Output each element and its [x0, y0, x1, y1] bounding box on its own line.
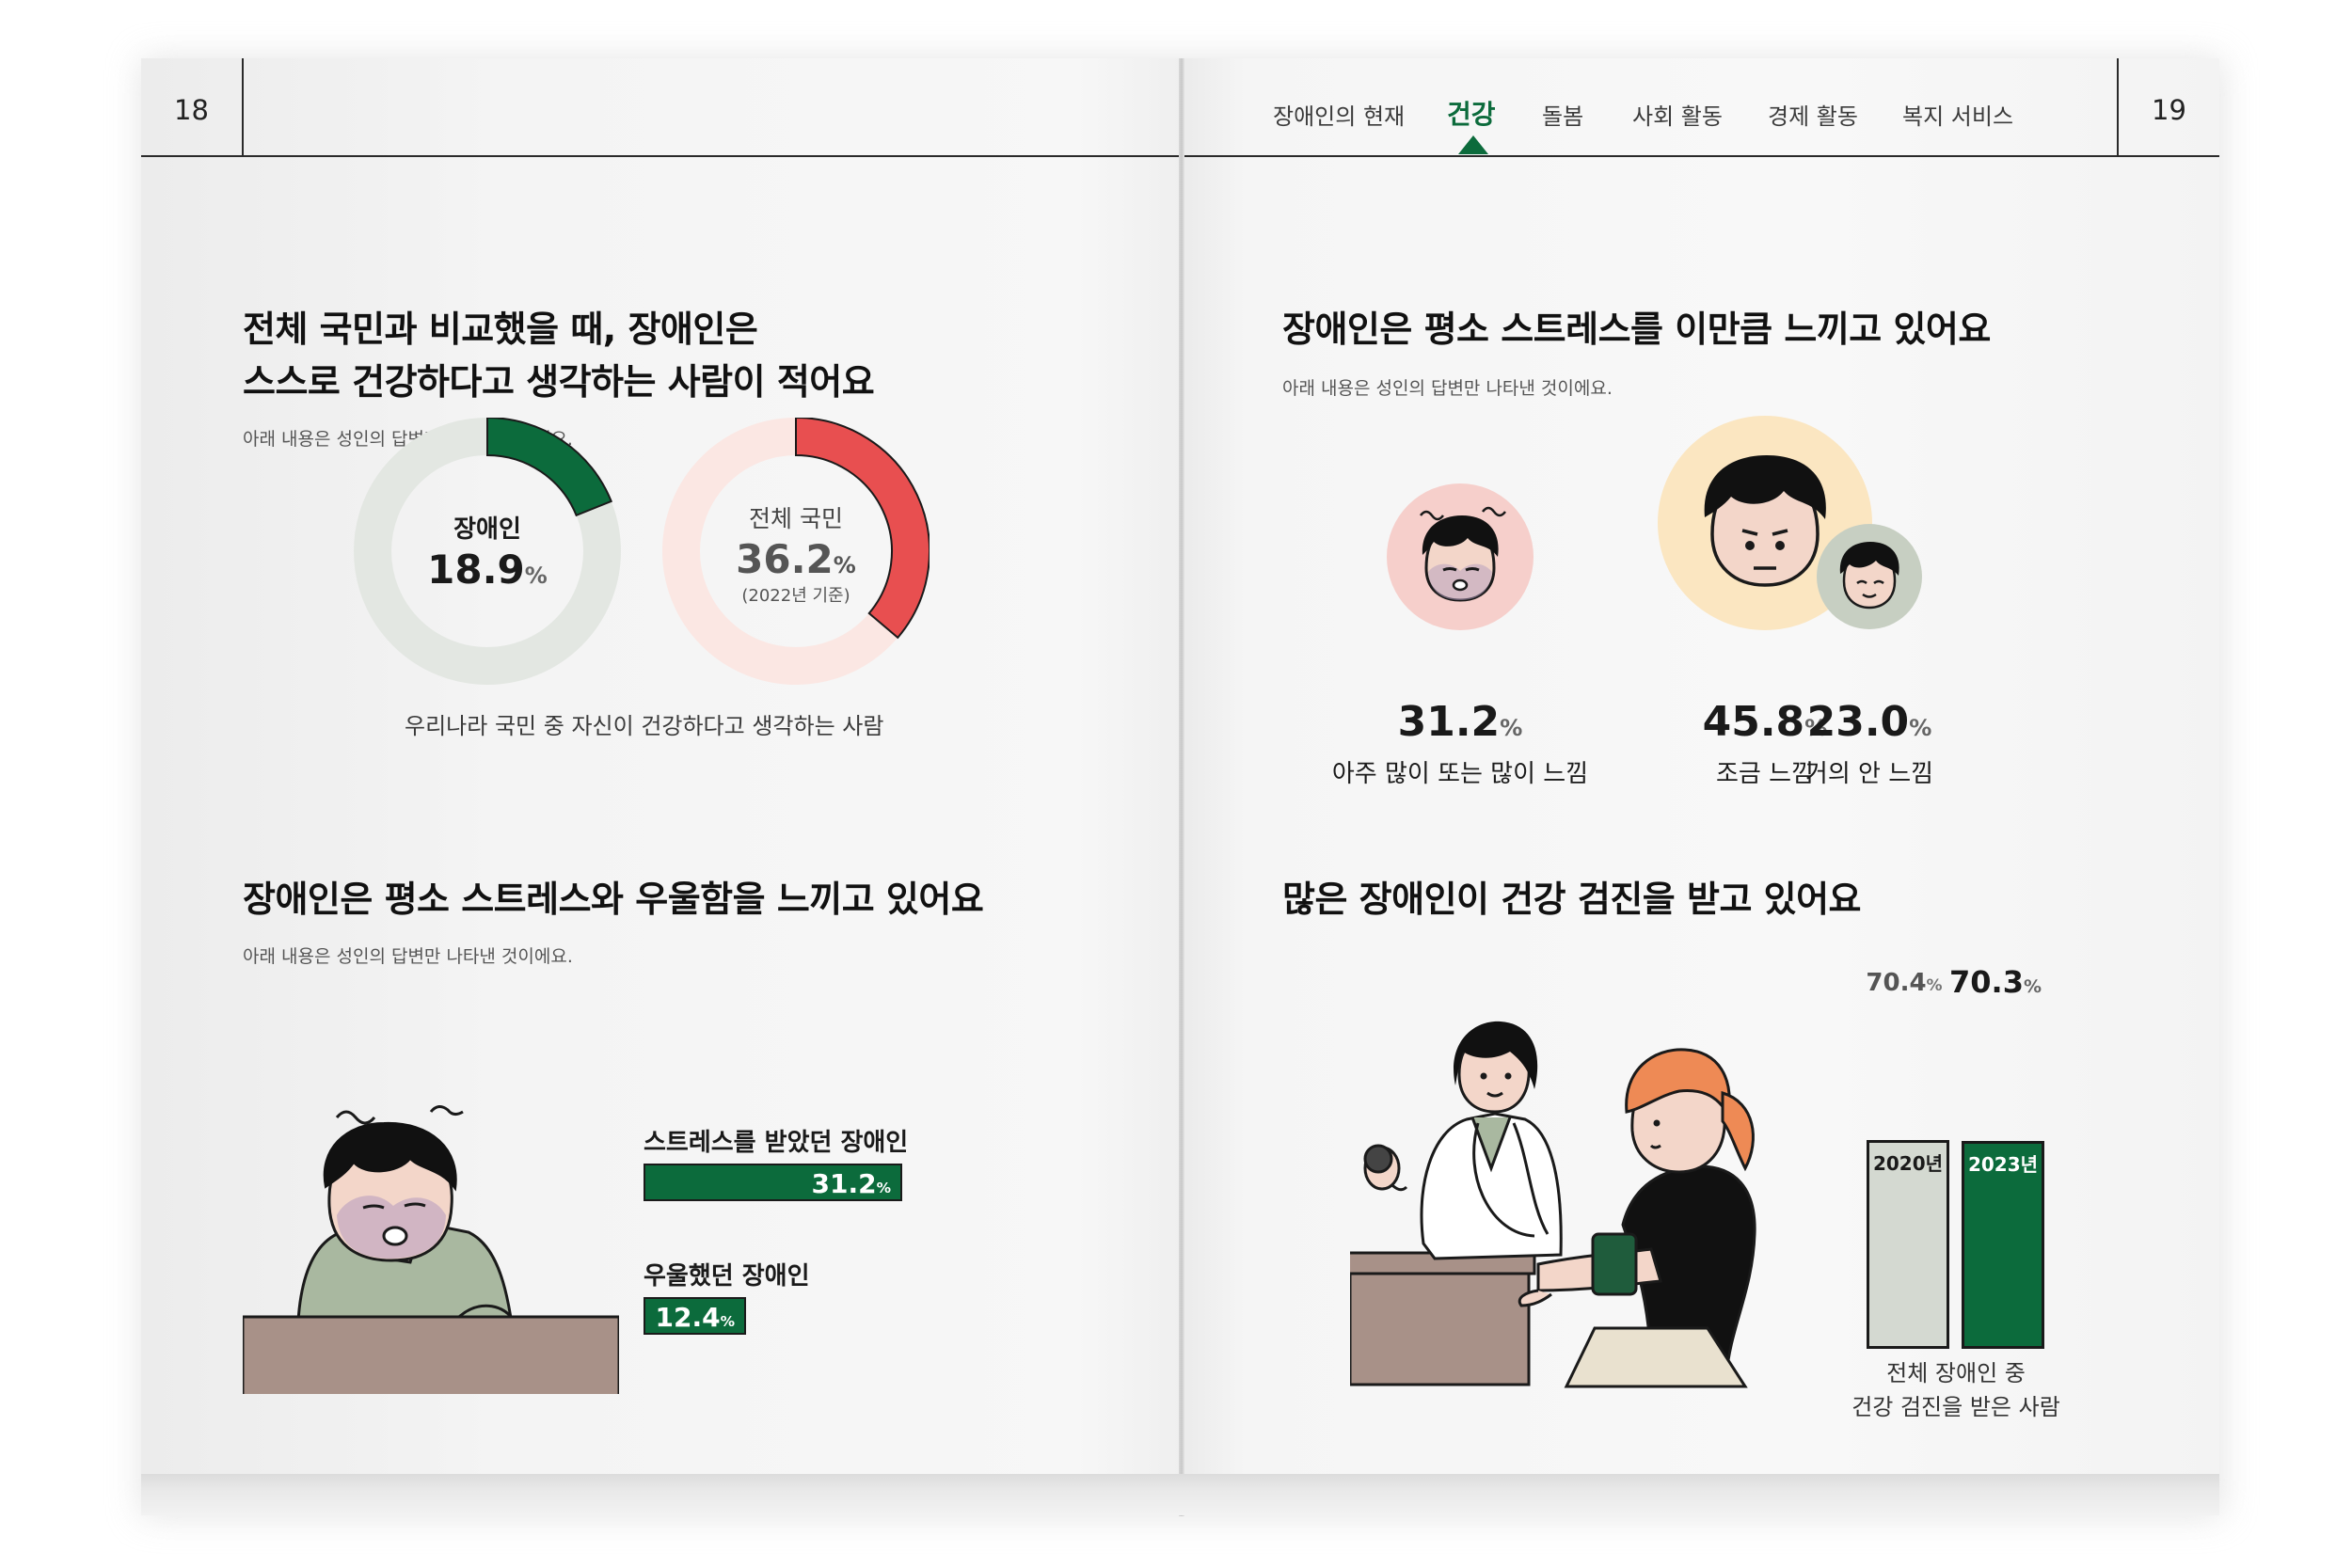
donut-sub-label: (2022년 기준)	[741, 586, 850, 606]
face-barely-stressed	[1817, 524, 1922, 629]
tab-health[interactable]: 건강	[1447, 94, 1496, 132]
donut-value: 36.2%	[736, 536, 856, 582]
tab-social-activity[interactable]: 사회 활동	[1632, 98, 1723, 131]
tab-current-status[interactable]: 장애인의 현재	[1273, 98, 1405, 131]
section-title-stress-depression: 장애인은 평소 스트레스와 우울함을 느끼고 있어요	[243, 879, 984, 920]
bar-year-label: 2020년	[1872, 1152, 1944, 1175]
bar-year-label: 2023년	[1967, 1153, 2039, 1176]
bar-caption: 전체 장애인 중 건강 검진을 받은 사람	[1834, 1356, 2078, 1424]
stat-label-very-stressed: 아주 많이 또는 많이 느낌	[1331, 760, 1589, 788]
stressed-person-illustration	[243, 1105, 619, 1394]
donut-value: 18.9%	[427, 546, 548, 593]
bar-value-2023: 70.3%	[1949, 964, 2042, 1000]
header-rule	[141, 155, 1181, 157]
title-line: 전체 국민과 비교했을 때, 장애인은	[243, 309, 758, 350]
book-spine	[1179, 58, 1184, 1516]
page-number: 19	[2152, 94, 2186, 126]
donut-series-label: 전체 국민	[749, 505, 843, 532]
left-page: 18 전체 국민과 비교했을 때, 장애인은 스스로 건강하다고 생각하는 사람…	[141, 58, 1181, 1474]
caption-line: 전체 장애인 중	[1886, 1360, 2026, 1386]
title-line: 스스로 건강하다고 생각하는 사람이 적어요	[243, 361, 875, 403]
bar-value-2020: 70.4%	[1866, 969, 1943, 997]
caption-line: 건강 검진을 받은 사람	[1851, 1394, 2060, 1420]
page-number-box: 18	[141, 58, 244, 155]
page-number-box: 19	[2117, 58, 2219, 155]
bar-value: 12.4%	[655, 1302, 735, 1333]
bar-label-depression: 우울했던 장애인	[644, 1262, 810, 1291]
tab-care[interactable]: 돌봄	[1542, 98, 1583, 131]
section-title-health-checkup: 많은 장애인이 건강 검진을 받고 있어요	[1282, 879, 1862, 920]
stat-value-barely-stressed: 23.0%	[1806, 698, 1932, 746]
donut-series-label: 장애인	[453, 515, 521, 544]
page-number: 18	[174, 94, 209, 126]
donut-label-all-citizens: 전체 국민 36.2% (2022년 기준)	[683, 500, 909, 607]
bar-value: 31.2%	[811, 1168, 891, 1199]
donut-caption: 우리나라 국민 중 자신이 건강하다고 생각하는 사람	[405, 713, 884, 739]
bar-label-stress: 스트레스를 받았던 장애인	[644, 1129, 909, 1157]
bar-stress: 31.2%	[644, 1164, 902, 1201]
stat-label-barely-stressed: 거의 안 느낌	[1804, 760, 1934, 788]
bar-2023: 2023년	[1962, 1141, 2044, 1349]
section-note: 아래 내용은 성인의 답변만 나타낸 것이에요.	[1282, 378, 1613, 399]
section-note: 아래 내용은 성인의 답변만 나타낸 것이에요.	[243, 946, 573, 967]
face-very-stressed	[1387, 483, 1534, 630]
tab-economic-activity[interactable]: 경제 활동	[1768, 98, 1858, 131]
active-tab-marker	[1458, 135, 1488, 154]
page-bottom-edge	[141, 1474, 2219, 1515]
donut-label-disabled: 장애인 18.9%	[374, 510, 600, 593]
checkup-illustration	[1350, 1021, 1756, 1388]
right-page: 장애인의 현재 건강 돌봄 사회 활동 경제 활동 복지 서비스 19 장애인은…	[1183, 58, 2219, 1474]
section-title-stress-level: 장애인은 평소 스트레스를 이만큼 느끼고 있어요	[1282, 309, 1991, 350]
section-title-health-perception: 전체 국민과 비교했을 때, 장애인은 스스로 건강하다고 생각하는 사람이 적…	[243, 303, 875, 408]
bar-depression: 12.4%	[644, 1297, 746, 1335]
tab-welfare-service[interactable]: 복지 서비스	[1902, 98, 2013, 131]
stat-value-very-stressed: 31.2%	[1397, 698, 1523, 746]
bar-2020: 2020년	[1867, 1140, 1949, 1349]
donut-segment	[486, 418, 612, 517]
header-rule	[1183, 155, 2219, 157]
